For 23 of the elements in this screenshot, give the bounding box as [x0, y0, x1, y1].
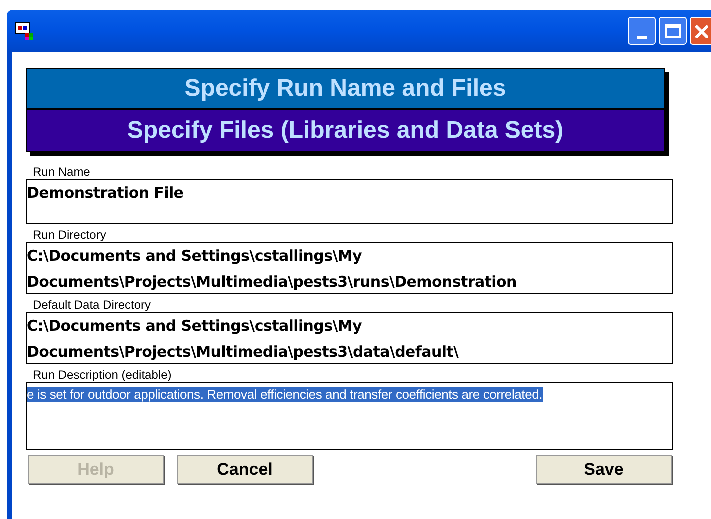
field-label: Default Data Directory: [33, 299, 152, 312]
text-field[interactable]: Demonstration File: [26, 179, 673, 224]
maximize-button[interactable]: [659, 17, 687, 45]
field-value: Demonstration File: [27, 184, 184, 202]
maximize-icon: [665, 24, 681, 38]
text-field[interactable]: C:\Documents and Settings\cstallings\My Documents\Projects\Multimedia\pests3\runs\Demonstration: [26, 242, 673, 294]
app-icon: [15, 21, 35, 41]
field-label: Run Description (editable): [33, 369, 173, 382]
field-label: Run Name: [33, 166, 92, 179]
banner-subtitle: Specify Files (Libraries and Data Sets): [27, 110, 664, 151]
text-field[interactable]: C:\Documents and Settings\cstallings\My Documents\Projects\Multimedia\pests3\data\default\: [26, 312, 673, 364]
field-value: e is set for outdoor applications. Removal efficiencies and transfer coefficients are correlated.: [27, 387, 543, 402]
field-label: Run Directory: [33, 229, 108, 242]
save-button[interactable]: Save: [536, 455, 672, 484]
close-button[interactable]: [690, 17, 711, 45]
field-value: C:\Documents and Settings\cstallings\My Documents\Projects\Multimedia\pests3\data\default\: [27, 317, 459, 361]
close-icon: [694, 24, 708, 38]
text-area[interactable]: e is set for outdoor applications. Removal efficiencies and transfer coefficients are correlated.: [26, 382, 673, 450]
cancel-button[interactable]: Cancel: [177, 455, 313, 484]
minimize-icon: [637, 36, 647, 39]
banner-title: Specify Run Name and Files: [27, 69, 664, 110]
minimize-button[interactable]: [628, 17, 656, 45]
field-value: C:\Documents and Settings\cstallings\My Documents\Projects\Multimedia\pests3\runs\Demonstration: [27, 247, 517, 291]
